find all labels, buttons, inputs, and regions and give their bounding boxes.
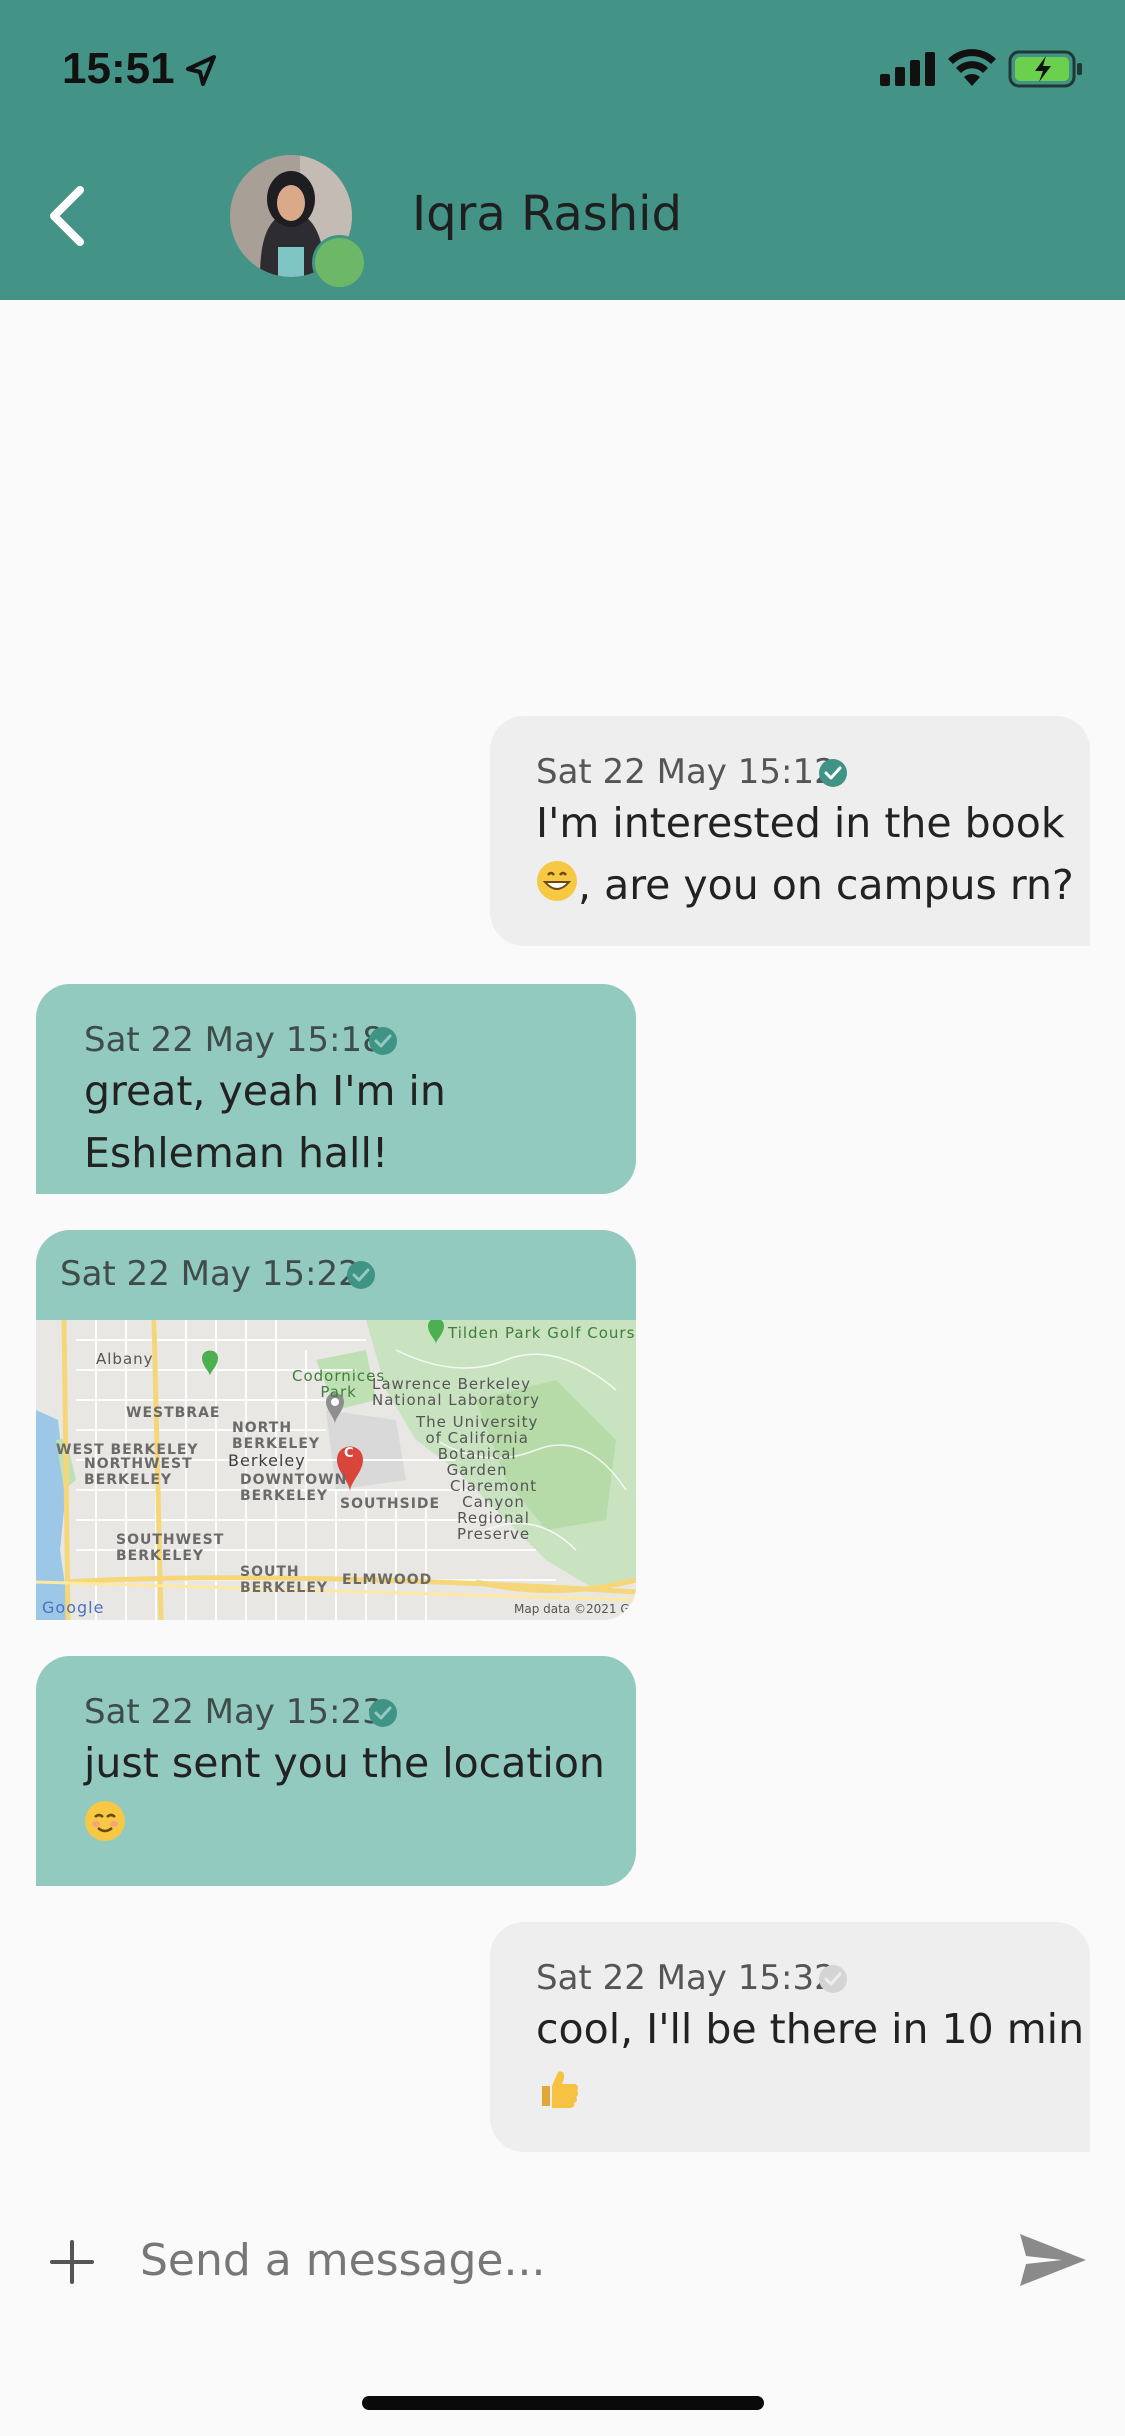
message-bubble-incoming[interactable]: Sat 22 May 15:23 just sent you the locat… bbox=[36, 1656, 636, 1886]
map-label-north-berkeley: NORTH BERKELEY bbox=[232, 1420, 321, 1452]
read-check-icon bbox=[369, 1027, 397, 1055]
read-check-icon bbox=[347, 1261, 375, 1289]
map-label-elmwood: ELMWOOD bbox=[342, 1572, 433, 1588]
wifi-icon bbox=[948, 49, 996, 86]
message-input[interactable] bbox=[140, 2220, 990, 2300]
chat-header: 15:51 Iqra Rashid bbox=[0, 0, 1125, 300]
contact-name: Iqra Rashid bbox=[412, 186, 682, 242]
message-text-line2: , are you on campus rn? bbox=[578, 861, 1074, 909]
map-attribution-google: Google bbox=[42, 1598, 105, 1617]
message-timestamp: Sat 22 May 15:12 bbox=[536, 752, 836, 792]
map-pin-letter: C bbox=[344, 1446, 355, 1461]
message-timestamp: Sat 22 May 15:23 bbox=[84, 1692, 384, 1732]
message-text: I'm interested in the book bbox=[536, 799, 1065, 847]
grinning-face-emoji-icon bbox=[537, 861, 577, 901]
map-label-berkeley: Berkeley bbox=[228, 1451, 306, 1470]
map-label-lawrence-lab: Lawrence Berkeley National Laboratory bbox=[372, 1375, 540, 1409]
message-text: just sent you the location bbox=[84, 1739, 605, 1787]
back-button[interactable] bbox=[40, 176, 96, 256]
map-label-downtown-berkeley: DOWNTOWN BERKELEY bbox=[240, 1472, 348, 1504]
map-label-southwest-berkeley: SOUTHWEST BERKELEY bbox=[116, 1532, 225, 1564]
map-label-westbrae: WESTBRAE bbox=[126, 1405, 221, 1421]
smiling-face-emoji-icon bbox=[85, 1801, 125, 1841]
online-status-indicator bbox=[312, 235, 367, 290]
map-label-botanical-garden: The University of California Botanical G… bbox=[416, 1413, 539, 1479]
map-attribution-data: Map data ©2021 Goo bbox=[514, 1602, 636, 1616]
message-bubble-outgoing[interactable]: Sat 22 May 15:32 cool, I'll be there in … bbox=[490, 1922, 1090, 2152]
message-text: great, yeah I'm in Eshleman hall! bbox=[84, 1067, 446, 1177]
home-indicator[interactable] bbox=[362, 2396, 764, 2410]
sent-check-icon bbox=[819, 1965, 847, 1993]
thumbs-up-emoji-icon bbox=[542, 2071, 579, 2108]
message-timestamp: Sat 22 May 15:22 bbox=[60, 1254, 360, 1294]
battery-charging-icon bbox=[1008, 50, 1082, 88]
map-label-albany: Albany bbox=[96, 1350, 154, 1368]
message-text: cool, I'll be there in 10 min bbox=[536, 2005, 1085, 2053]
location-map[interactable]: Albany WESTBRAE NORTH BERKELEY WEST BERK… bbox=[36, 1320, 636, 1620]
message-timestamp: Sat 22 May 15:18 bbox=[84, 1020, 384, 1060]
cellular-signal-icon bbox=[880, 52, 935, 86]
map-label-south-berkeley: SOUTH BERKELEY bbox=[240, 1564, 329, 1596]
message-timestamp: Sat 22 May 15:32 bbox=[536, 1958, 836, 1998]
map-label-tilden: Tilden Park Golf Course bbox=[448, 1324, 636, 1342]
read-check-icon bbox=[819, 759, 847, 787]
map-label-claremont: Claremont Canyon Regional Preserve bbox=[450, 1477, 538, 1543]
message-bubble-outgoing[interactable]: Sat 22 May 15:12 I'm interested in the b… bbox=[490, 716, 1090, 946]
message-bubble-incoming[interactable]: Sat 22 May 15:18 great, yeah I'm in Eshl… bbox=[36, 984, 636, 1194]
send-button[interactable] bbox=[1018, 2230, 1088, 2290]
add-attachment-button[interactable] bbox=[46, 2236, 98, 2288]
read-check-icon bbox=[369, 1699, 397, 1727]
map-label-southside: SOUTHSIDE bbox=[340, 1496, 441, 1512]
location-arrow-icon bbox=[186, 55, 216, 86]
status-time: 15:51 bbox=[62, 44, 175, 93]
map-label-northwest-berkeley: NORTHWEST BERKELEY bbox=[84, 1456, 193, 1488]
